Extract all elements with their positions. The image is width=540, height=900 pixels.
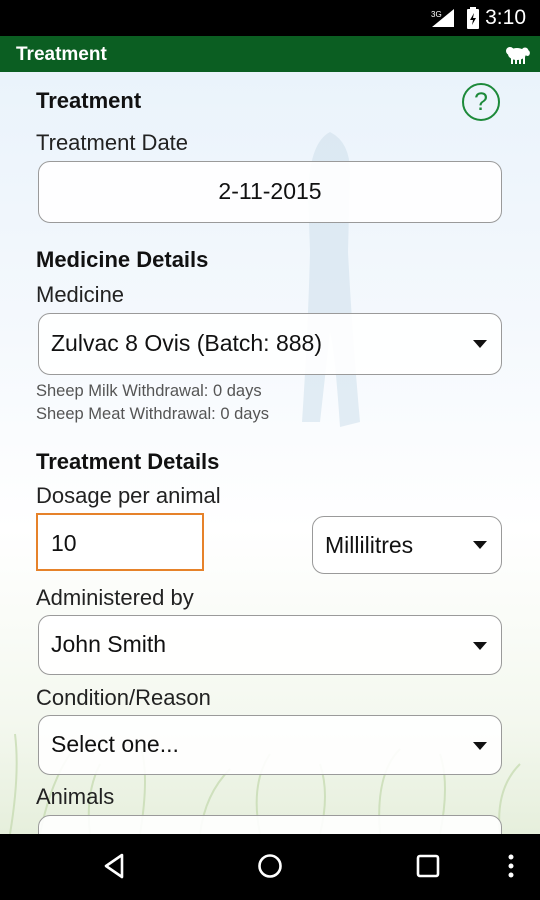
condition-reason-dropdown[interactable]: Select one...	[38, 715, 502, 775]
administered-by-value: John Smith	[51, 631, 167, 657]
system-nav-bar	[0, 834, 540, 900]
home-icon[interactable]	[256, 852, 284, 885]
medicine-value: Zulvac 8 Ovis (Batch: 888)	[51, 330, 322, 356]
unit-dropdown[interactable]: Millilitres	[312, 516, 502, 574]
condition-reason-value: Select one...	[51, 731, 179, 757]
chevron-down-icon	[473, 541, 487, 549]
clock-time: 3:10	[485, 6, 526, 29]
condition-reason-label: Condition/Reason	[36, 685, 211, 710]
treatment-date-value: 2-11-2015	[218, 178, 322, 204]
meat-withdrawal-text: Sheep Meat Withdrawal: 0 days	[36, 405, 269, 423]
chevron-down-icon	[473, 742, 487, 750]
treatment-section-heading: Treatment Details	[36, 449, 220, 474]
app-bar: Treatment	[0, 36, 540, 72]
unit-value: Millilitres	[325, 532, 414, 558]
treatment-form: Treatment ? Treatment Date 2-11-2015 Med…	[0, 72, 540, 834]
administered-by-label: Administered by	[36, 585, 194, 610]
animals-field[interactable]	[38, 815, 502, 834]
back-icon[interactable]	[100, 852, 128, 885]
signal-icon: 3G	[430, 8, 456, 33]
dosage-value: 10	[51, 530, 77, 556]
app-bar-title: Treatment	[16, 44, 107, 65]
animals-label: Animals	[36, 784, 115, 809]
battery-icon	[466, 7, 480, 34]
help-icon[interactable]: ?	[462, 83, 500, 121]
medicine-dropdown[interactable]: Zulvac 8 Ovis (Batch: 888)	[38, 313, 502, 375]
svg-text:3G: 3G	[431, 10, 442, 19]
milk-withdrawal-text: Sheep Milk Withdrawal: 0 days	[36, 382, 262, 400]
status-bar: 3G 3:10	[0, 0, 540, 36]
recents-icon[interactable]	[414, 852, 442, 885]
sheep-icon[interactable]	[504, 42, 530, 71]
treatment-date-field[interactable]: 2-11-2015	[38, 161, 502, 223]
overflow-menu-icon[interactable]	[504, 852, 518, 885]
medicine-section-heading: Medicine Details	[36, 247, 209, 272]
medicine-label: Medicine	[36, 282, 125, 307]
dosage-label: Dosage per animal	[36, 483, 221, 508]
chevron-down-icon	[473, 642, 487, 650]
dosage-input[interactable]: 10	[36, 513, 204, 571]
form-heading: Treatment	[36, 88, 142, 113]
chevron-down-icon	[473, 340, 487, 348]
treatment-date-label: Treatment Date	[36, 130, 189, 155]
administered-by-dropdown[interactable]: John Smith	[38, 615, 502, 675]
